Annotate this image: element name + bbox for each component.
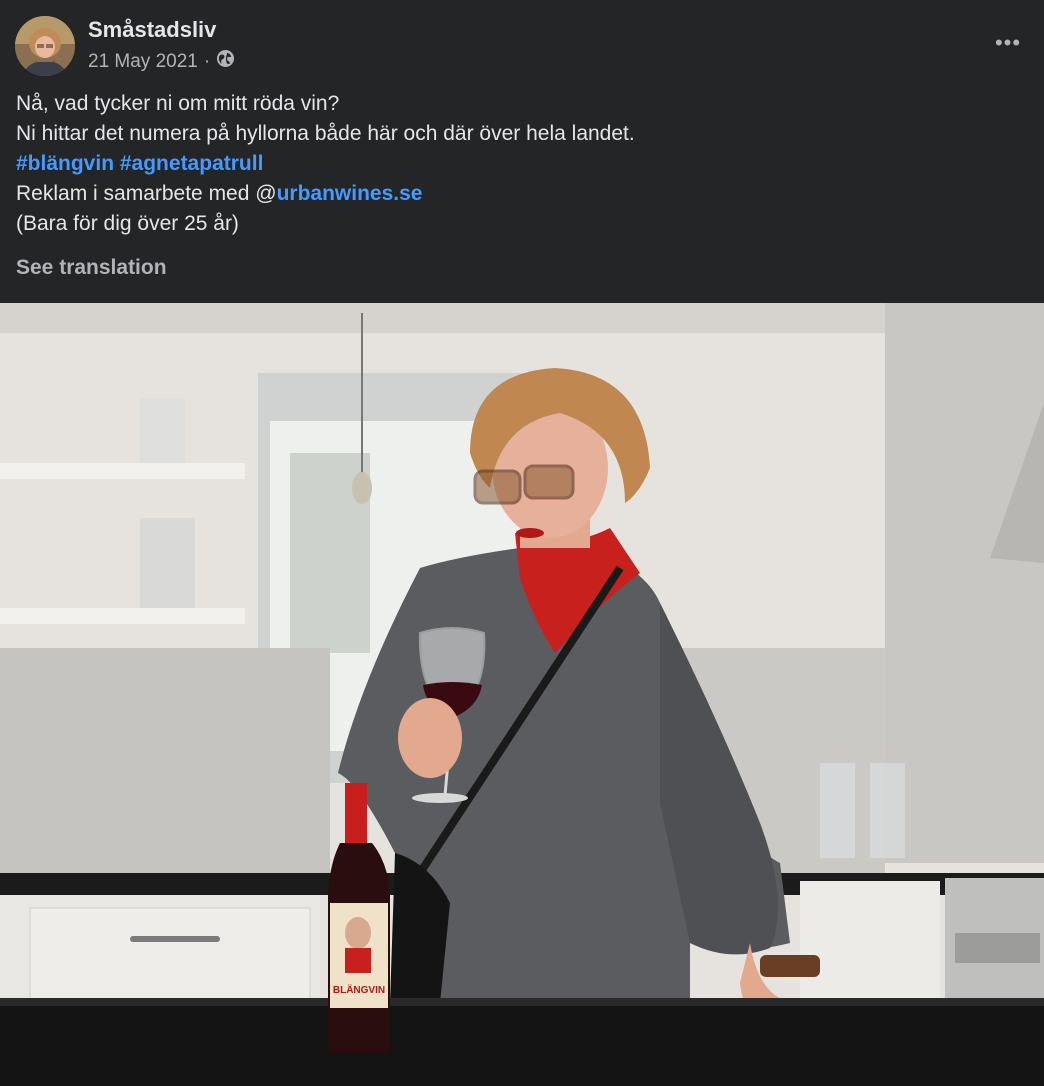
more-options-button[interactable]: ••• [988, 26, 1028, 60]
post-date[interactable]: 21 May 2021 [88, 51, 198, 73]
globe-icon [216, 49, 235, 74]
sponsor-line: Reklam i samarbete med @urbanwines.se [16, 179, 1016, 209]
post-text-line-2: Ni hittar det numera på hyllorna både hä… [16, 122, 635, 145]
post-header: Småstadsliv 21 May 2021 · ••• [0, 0, 1044, 90]
post-meta: 21 May 2021 · [88, 49, 235, 74]
sponsor-text: Reklam i samarbete med @ [16, 182, 277, 205]
see-translation-link[interactable]: See translation [16, 256, 167, 280]
hashtag-line: #blängvin #agnetapatrull [16, 149, 1016, 179]
hashtag-blangvin-link[interactable]: #blängvin [16, 152, 114, 175]
bottle-label-text: BLÄNGVIN [333, 983, 385, 996]
more-options-icon: ••• [994, 30, 1022, 55]
post-text-line-5: (Bara för dig över 25 år) [16, 212, 239, 235]
post-message: Nå, vad tycker ni om mitt röda vin? Ni h… [16, 89, 1016, 239]
hashtag-agnetapatrull-link[interactable]: #agnetapatrull [120, 152, 264, 175]
post-text-line-1: Nå, vad tycker ni om mitt röda vin? [16, 92, 340, 115]
page-avatar[interactable] [15, 16, 75, 76]
page-name-link[interactable]: Småstadsliv [88, 17, 216, 43]
mention-urbanwines-link[interactable]: urbanwines.se [277, 182, 423, 205]
meta-separator: · [203, 50, 211, 72]
post-photo[interactable]: BLÄNGVIN [0, 303, 1044, 1086]
